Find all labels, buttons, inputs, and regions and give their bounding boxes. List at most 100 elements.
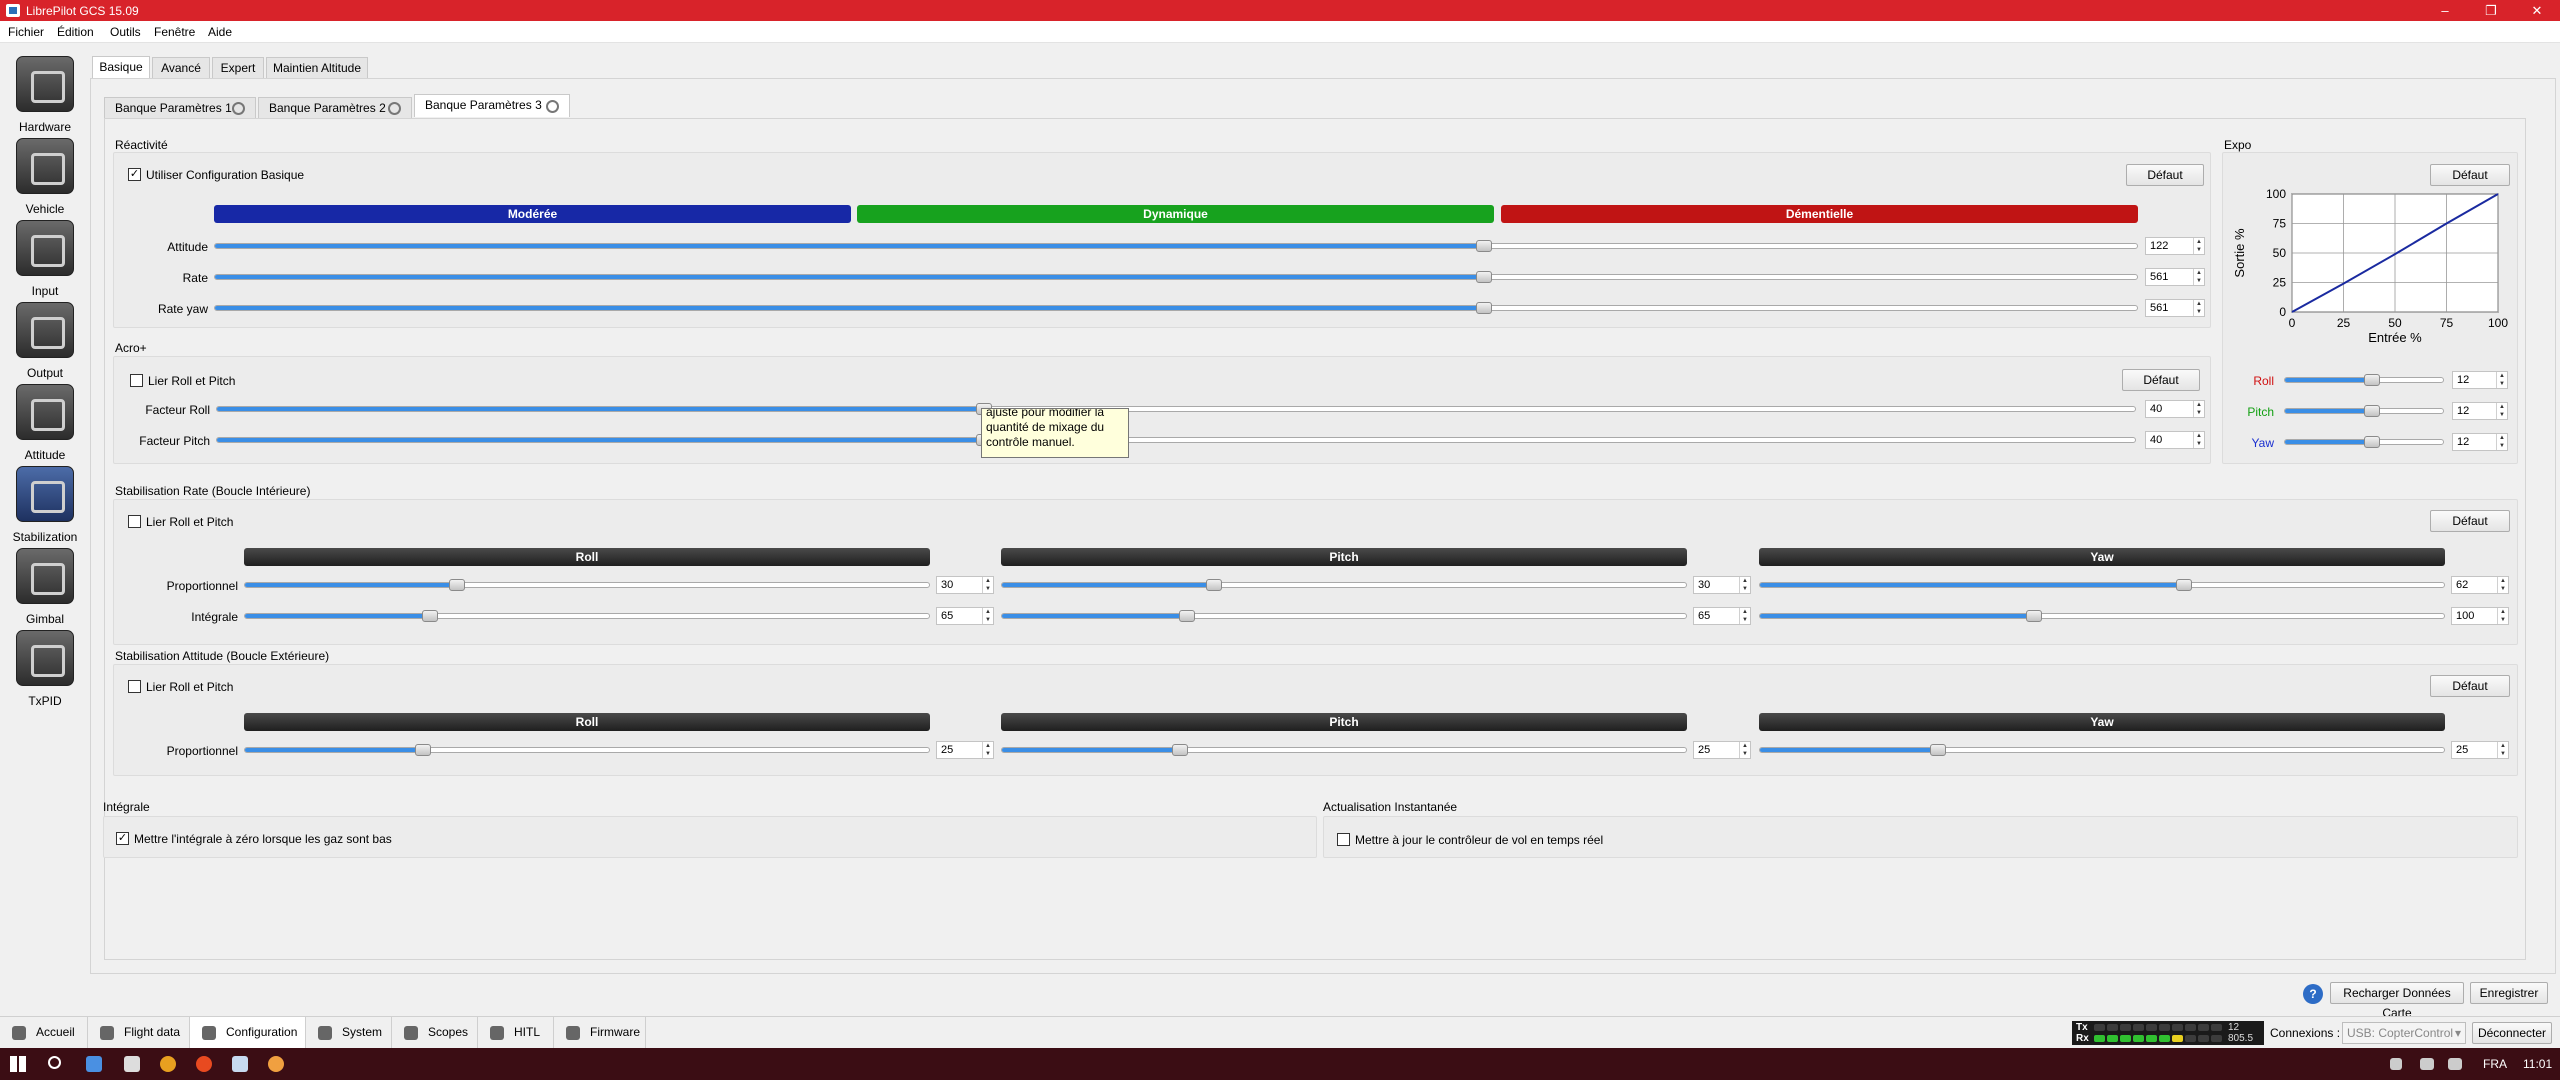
rate-prop-roll-slider[interactable]	[244, 579, 930, 591]
att-prop-yaw-slider[interactable]	[1759, 744, 2445, 756]
spin-arrows[interactable]: ▲ ▼	[2193, 401, 2204, 417]
mail-icon[interactable]	[124, 1056, 140, 1072]
tray-icon[interactable]	[2390, 1058, 2402, 1070]
rate-prop-pitch-slider[interactable]	[1001, 579, 1687, 591]
expo-pitch-spinbox[interactable]: 12 ▲ ▼	[2452, 402, 2508, 420]
mode-tab-hitl[interactable]: HITL	[478, 1017, 554, 1048]
language-indicator[interactable]: FRA	[2483, 1057, 2507, 1071]
sidebar-item-hardware[interactable]: Hardware	[0, 44, 90, 134]
spin-arrows[interactable]: ▲ ▼	[2496, 434, 2507, 450]
spin-arrows[interactable]: ▲ ▼	[2193, 269, 2204, 285]
tab-bank-2[interactable]: Banque Paramètres 2	[258, 97, 412, 118]
facteur-roll-slider[interactable]	[216, 403, 2136, 415]
basic-config-checkbox[interactable]: ✓	[128, 168, 141, 181]
rate-yaw-slider[interactable]	[214, 302, 2138, 314]
rate-int-roll-spinbox[interactable]: 65 ▲ ▼	[936, 607, 994, 625]
slider-handle[interactable]	[421, 610, 438, 622]
spin-arrows[interactable]: ▲ ▼	[982, 742, 993, 758]
spin-arrows[interactable]: ▲ ▼	[2497, 608, 2508, 624]
rate-int-pitch-spinbox[interactable]: 65 ▲ ▼	[1693, 607, 1751, 625]
rate-spinbox[interactable]: 561 ▲ ▼	[2145, 268, 2205, 286]
spin-arrows[interactable]: ▲ ▼	[982, 608, 993, 624]
librepilot-taskbar-icon[interactable]	[232, 1056, 248, 1072]
reactivite-default-button[interactable]: Défaut	[2126, 164, 2204, 186]
sidebar-item-input[interactable]: Input	[0, 208, 90, 298]
sidebar-item-output[interactable]: Output	[0, 290, 90, 380]
spin-arrows[interactable]: ▲ ▼	[2193, 238, 2204, 254]
slider-handle[interactable]	[1171, 744, 1188, 756]
app-taskbar-icon[interactable]	[268, 1056, 284, 1072]
rate-int-roll-slider[interactable]	[244, 610, 930, 622]
sidebar-item-txpid[interactable]: TxPID	[0, 618, 90, 708]
rate-prop-yaw-slider[interactable]	[1759, 579, 2445, 591]
rate-int-yaw-slider[interactable]	[1759, 610, 2445, 622]
tab-bank-1[interactable]: Banque Paramètres 1	[104, 97, 256, 118]
minimize-button[interactable]: –	[2422, 0, 2468, 21]
menu-fenetre[interactable]: Fenêtre	[154, 25, 195, 39]
reload-button[interactable]: Recharger Données Carte	[2330, 982, 2464, 1020]
spin-arrows[interactable]: ▲ ▼	[982, 577, 993, 593]
taskview-icon[interactable]	[86, 1056, 102, 1072]
expo-roll-slider[interactable]	[2284, 374, 2444, 386]
slider-handle[interactable]	[2025, 610, 2042, 622]
facteur-pitch-spinbox[interactable]: 40 ▲ ▼	[2145, 431, 2205, 449]
connection-select[interactable]: USB: CopterControl ▾	[2342, 1022, 2466, 1044]
slider-handle[interactable]	[1475, 302, 1492, 314]
mode-tab-configuration[interactable]: Configuration	[190, 1017, 306, 1048]
spin-arrows[interactable]: ▲ ▼	[2496, 372, 2507, 388]
facteur-pitch-slider[interactable]	[216, 434, 2136, 446]
slider-handle[interactable]	[2363, 436, 2380, 448]
slider-handle[interactable]	[1178, 610, 1195, 622]
acro-link-checkbox[interactable]	[130, 374, 143, 387]
spin-arrows[interactable]: ▲ ▼	[2496, 403, 2507, 419]
spin-arrows[interactable]: ▲ ▼	[2193, 432, 2204, 448]
tab-expert[interactable]: Expert	[212, 57, 264, 78]
menu-fichier[interactable]: Fichier	[8, 25, 44, 39]
attitude-spinbox[interactable]: 122 ▲ ▼	[2145, 237, 2205, 255]
clock[interactable]: 11:01	[2523, 1057, 2552, 1071]
spin-arrows[interactable]: ▲ ▼	[2497, 577, 2508, 593]
slider-handle[interactable]	[2363, 374, 2380, 386]
expo-default-button[interactable]: Défaut	[2430, 164, 2510, 186]
slider-handle[interactable]	[1929, 744, 1946, 756]
chrome-icon[interactable]	[160, 1056, 176, 1072]
spin-arrows[interactable]: ▲ ▼	[1739, 742, 1750, 758]
volume-icon[interactable]	[2448, 1058, 2462, 1070]
rate-prop-roll-spinbox[interactable]: 30 ▲ ▼	[936, 576, 994, 594]
rate-int-yaw-spinbox[interactable]: 100 ▲ ▼	[2451, 607, 2509, 625]
menu-aide[interactable]: Aide	[208, 25, 232, 39]
tab-maintien-altitude[interactable]: Maintien Altitude	[266, 57, 368, 78]
rate-int-pitch-slider[interactable]	[1001, 610, 1687, 622]
sidebar-item-stabilization[interactable]: Stabilization	[0, 454, 90, 544]
mode-dynamique[interactable]: Dynamique	[857, 205, 1494, 223]
spin-arrows[interactable]: ▲ ▼	[2193, 300, 2204, 316]
slider-handle[interactable]	[414, 744, 431, 756]
disconnect-button[interactable]: Déconnecter	[2472, 1022, 2552, 1044]
tab-basique[interactable]: Basique	[92, 56, 150, 79]
rate-stab-default-button[interactable]: Défaut	[2430, 510, 2510, 532]
mode-tab-firmware[interactable]: Firmware	[554, 1017, 646, 1048]
rate-prop-pitch-spinbox[interactable]: 30 ▲ ▼	[1693, 576, 1751, 594]
att-prop-yaw-spinbox[interactable]: 25 ▲ ▼	[2451, 741, 2509, 759]
mode-tab-system[interactable]: System	[306, 1017, 392, 1048]
att-stab-link-checkbox[interactable]	[128, 680, 141, 693]
expo-pitch-slider[interactable]	[2284, 405, 2444, 417]
menu-outils[interactable]: Outils	[110, 25, 141, 39]
save-button[interactable]: Enregistrer	[2470, 982, 2548, 1004]
slider-handle[interactable]	[2176, 579, 2193, 591]
att-stab-default-button[interactable]: Défaut	[2430, 675, 2510, 697]
sidebar-item-vehicle[interactable]: Vehicle	[0, 126, 90, 216]
mode-tab-scopes[interactable]: Scopes	[392, 1017, 478, 1048]
spin-arrows[interactable]: ▲ ▼	[1739, 577, 1750, 593]
attitude-slider[interactable]	[214, 240, 2138, 252]
sidebar-item-gimbal[interactable]: Gimbal	[0, 536, 90, 626]
rate-yaw-spinbox[interactable]: 561 ▲ ▼	[2145, 299, 2205, 317]
att-prop-roll-spinbox[interactable]: 25 ▲ ▼	[936, 741, 994, 759]
mode-tab-accueil[interactable]: Accueil	[0, 1017, 88, 1048]
rate-stab-link-checkbox[interactable]	[128, 515, 141, 528]
slider-handle[interactable]	[2363, 405, 2380, 417]
rate-slider[interactable]	[214, 271, 2138, 283]
search-icon[interactable]	[48, 1056, 61, 1069]
menu-edition[interactable]: Édition	[57, 25, 94, 39]
rate-prop-yaw-spinbox[interactable]: 62 ▲ ▼	[2451, 576, 2509, 594]
